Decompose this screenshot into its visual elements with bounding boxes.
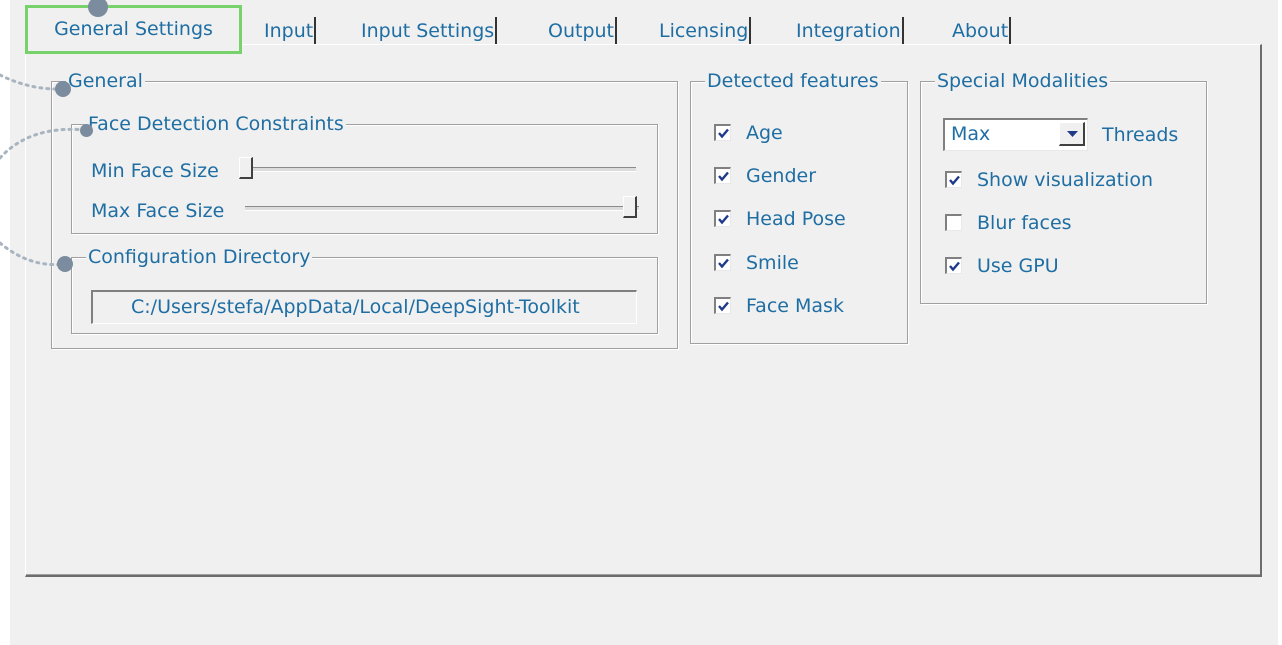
check-icon <box>718 214 729 225</box>
tab-about[interactable]: About <box>952 8 1012 44</box>
threads-dropdown-button[interactable] <box>1059 122 1085 146</box>
smile-label: Smile <box>746 252 799 274</box>
smile-checkbox[interactable] <box>714 254 731 271</box>
use-gpu-label: Use GPU <box>977 255 1059 277</box>
gender-checkbox[interactable] <box>714 167 731 184</box>
special-modalities-group: Special Modalities <box>920 70 1207 304</box>
tab-general-settings[interactable]: General Settings <box>25 5 242 54</box>
max-face-size-slider-thumb[interactable] <box>623 196 637 218</box>
face-detection-group-title: Face Detection Constraints <box>86 113 346 135</box>
threads-select[interactable]: Max <box>943 118 1088 151</box>
min-face-size-slider-track[interactable] <box>242 167 636 172</box>
head-pose-label: Head Pose <box>746 208 846 230</box>
tab-input-settings[interactable]: Input Settings <box>361 8 498 44</box>
special-modalities-group-title: Special Modalities <box>935 70 1111 92</box>
tab-output[interactable]: Output <box>548 8 617 44</box>
annotation-dot-general <box>55 81 71 97</box>
window-edge <box>1278 0 1282 645</box>
detected-features-group-title: Detected features <box>705 70 881 92</box>
min-face-size-label: Min Face Size <box>91 160 219 182</box>
face-mask-checkbox[interactable] <box>714 297 731 314</box>
max-face-size-label: Max Face Size <box>91 200 225 222</box>
max-face-size-slider-track[interactable] <box>245 206 639 211</box>
tab-input[interactable]: Input <box>264 8 317 44</box>
min-face-size-slider-thumb[interactable] <box>239 157 253 179</box>
check-icon <box>718 171 729 182</box>
check-icon <box>949 175 960 186</box>
chevron-down-icon <box>1067 131 1078 137</box>
age-label: Age <box>746 122 783 144</box>
threads-select-value: Max <box>951 123 991 145</box>
blur-faces-label: Blur faces <box>977 212 1072 234</box>
face-mask-label: Face Mask <box>746 295 844 317</box>
annotation-dot-face-detection <box>80 124 93 137</box>
annotation-dot-config-directory <box>57 256 73 272</box>
check-icon <box>718 258 729 269</box>
use-gpu-checkbox[interactable] <box>945 257 962 274</box>
show-visualization-checkbox[interactable] <box>945 171 962 188</box>
config-directory-field[interactable]: C:/Users/stefa/AppData/Local/DeepSight-T… <box>91 290 637 324</box>
check-icon <box>949 261 960 272</box>
show-visualization-label: Show visualization <box>977 169 1153 191</box>
gender-label: Gender <box>746 165 817 187</box>
tab-licensing[interactable]: Licensing <box>659 8 752 44</box>
head-pose-checkbox[interactable] <box>714 210 731 227</box>
config-directory-group-title: Configuration Directory <box>86 246 313 268</box>
age-checkbox[interactable] <box>714 124 731 141</box>
tab-integration[interactable]: Integration <box>796 8 904 44</box>
check-icon <box>718 128 729 139</box>
general-group-title: General <box>66 70 145 92</box>
blur-faces-checkbox[interactable] <box>945 214 962 231</box>
threads-label: Threads <box>1102 124 1179 146</box>
check-icon <box>718 301 729 312</box>
